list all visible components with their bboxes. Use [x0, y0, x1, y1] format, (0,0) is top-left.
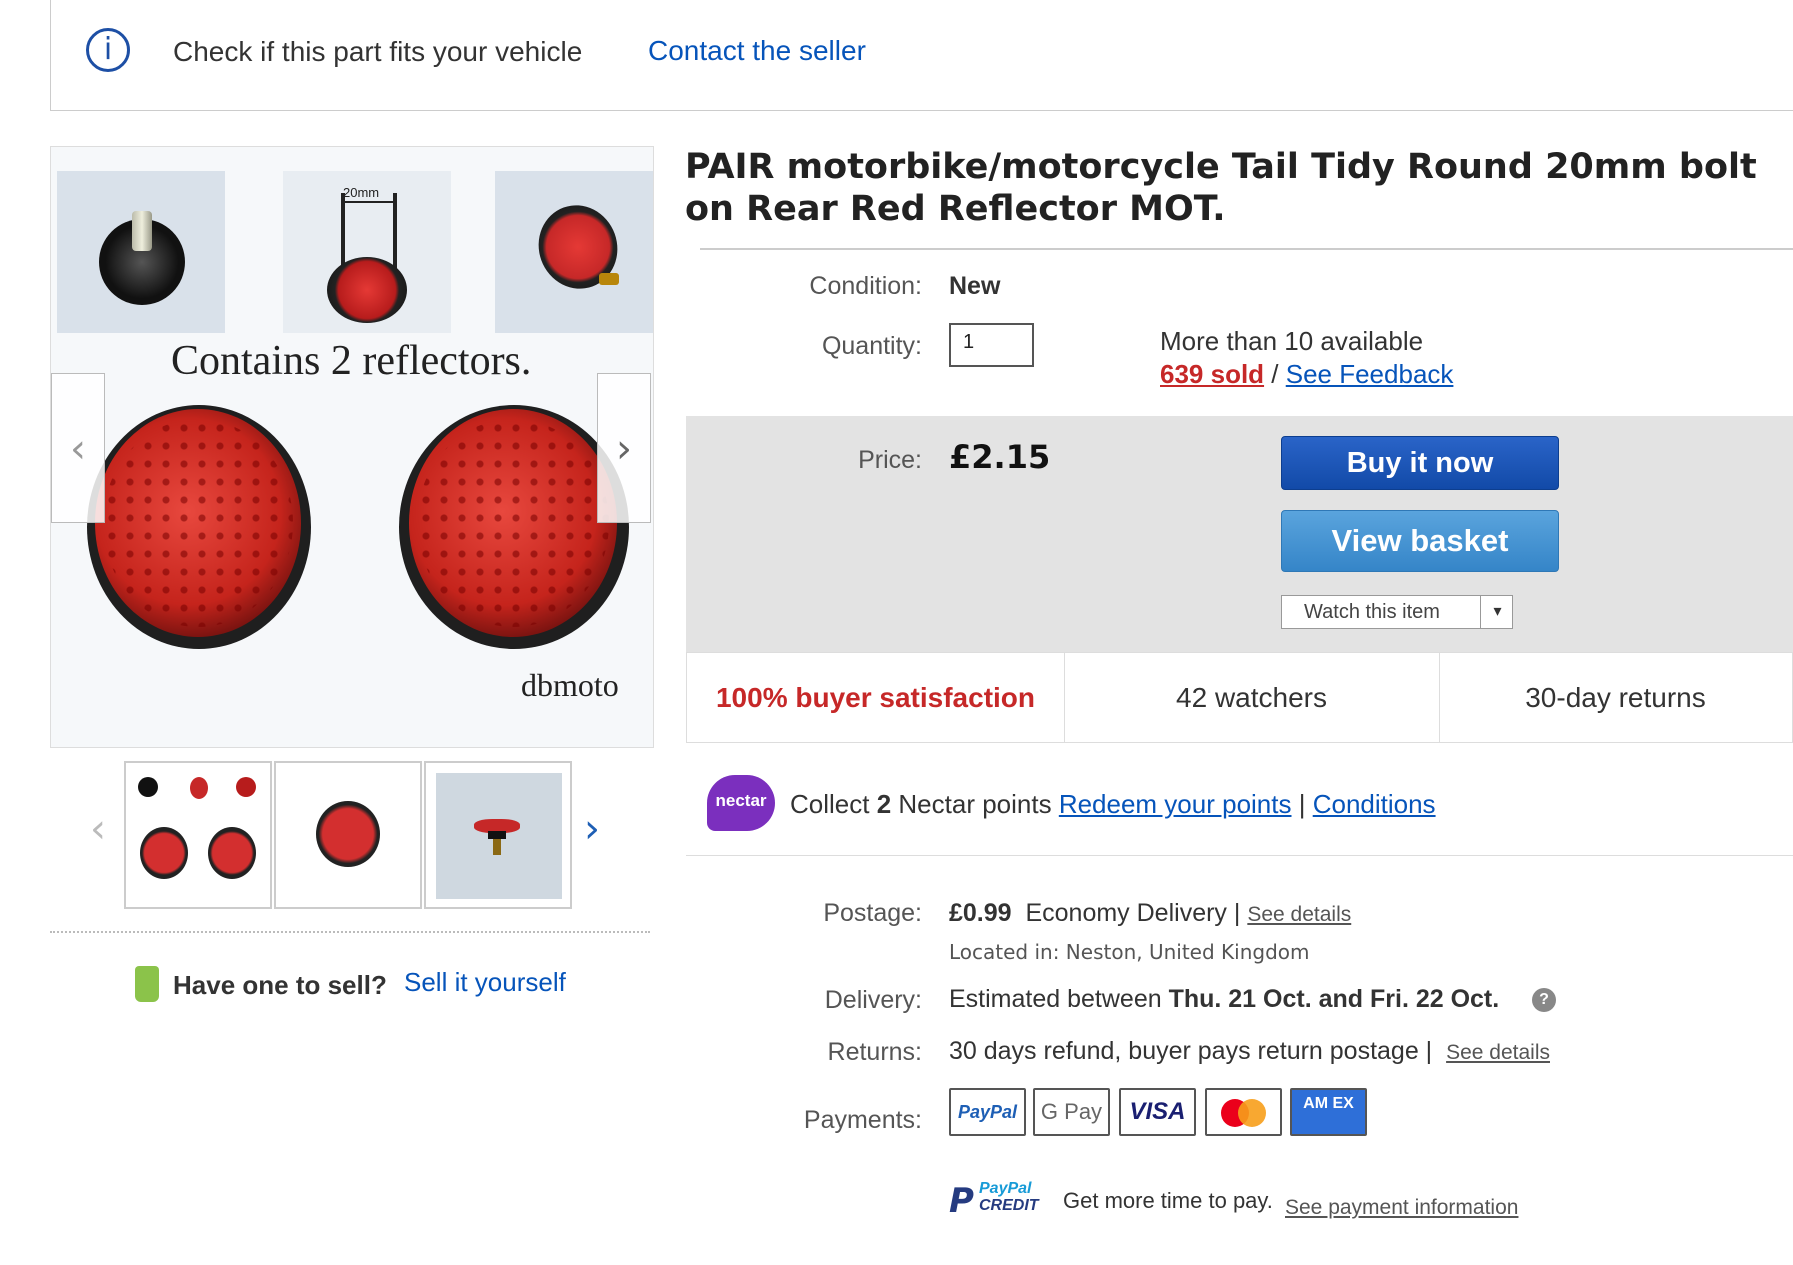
postage-price: £0.99	[949, 899, 1012, 927]
delivery-estimate: Estimated between Thu. 21 Oct. and Fri. …	[949, 985, 1499, 1014]
photo-tile-bolt	[57, 171, 225, 333]
paypal-credit-text: Get more time to pay.	[1063, 1188, 1273, 1213]
dimension-label: 20mm	[343, 185, 380, 200]
postage-service: Economy Delivery |	[1025, 899, 1241, 927]
listing-title: PAIR motorbike/motorcycle Tail Tidy Roun…	[685, 147, 1757, 229]
see-feedback-link[interactable]: See Feedback	[1286, 359, 1454, 389]
watch-item-button[interactable]: Watch this item	[1281, 595, 1513, 629]
nectar-separator: |	[1291, 789, 1313, 819]
photo-tile-dimension: 20mm	[283, 171, 451, 333]
postage-line: £0.99 Economy Delivery | See details	[949, 899, 1351, 928]
amex-logo: AM EX	[1290, 1088, 1367, 1136]
paypal-credit-icon: P	[949, 1181, 974, 1221]
chevron-left-icon: ‹	[90, 806, 106, 852]
nectar-logo: nectar	[707, 775, 775, 831]
sold-separator: /	[1264, 359, 1286, 389]
buy-it-now-button[interactable]: Buy it now	[1281, 436, 1559, 490]
returns-see-details-link[interactable]: See details	[1446, 1041, 1550, 1064]
returns-line: 30 days refund, buyer pays return postag…	[949, 1037, 1550, 1066]
sell-it-yourself-link[interactable]: Sell it yourself	[404, 967, 566, 998]
nectar-prefix: Collect	[790, 789, 877, 819]
price-tag-icon	[135, 966, 159, 1002]
returns-text: 30 days refund, buyer pays return postag…	[949, 1037, 1433, 1065]
delivery-dates: Thu. 21 Oct. and Fri. 22 Oct.	[1168, 985, 1500, 1013]
quantity-input[interactable]: 1	[949, 323, 1034, 367]
fitment-check-text[interactable]: Check if this part fits your vehicle	[173, 36, 582, 68]
gallery-next-button[interactable]: ›	[597, 373, 651, 523]
main-product-image[interactable]: 20mm Contains 2 reflectors. dbmoto ‹ ›	[50, 146, 654, 748]
returns-badge: 30-day returns	[1525, 682, 1706, 713]
paypal-credit-word-2: CREDIT	[979, 1197, 1039, 1214]
sold-count-link[interactable]: 639 sold	[1160, 359, 1264, 389]
item-location: Located in: Neston, United Kingdom	[949, 940, 1310, 964]
condition-value: New	[949, 272, 1001, 300]
postage-see-details-link[interactable]: See details	[1247, 903, 1351, 926]
see-payment-information-link[interactable]: See payment information	[1285, 1196, 1518, 1220]
thumbs-next-button[interactable]: ›	[584, 806, 600, 852]
gallery-prev-button[interactable]: ‹	[51, 373, 105, 523]
price-value: £2.15	[949, 438, 1051, 476]
divider	[686, 855, 1793, 856]
paypal-logo: PayPal	[949, 1088, 1026, 1136]
view-basket-button[interactable]: View basket	[1281, 510, 1559, 572]
chevron-right-icon: ›	[616, 426, 632, 472]
mastercard-logo	[1205, 1088, 1282, 1136]
contact-seller-link[interactable]: Contact the seller	[648, 35, 866, 67]
chevron-left-icon: ‹	[70, 426, 86, 472]
nectar-conditions-link[interactable]: Conditions	[1313, 789, 1436, 819]
payments-label: Payments:	[803, 1106, 922, 1134]
thumbs-prev-button[interactable]: ‹	[90, 806, 106, 852]
condition-label: Condition:	[809, 272, 922, 300]
info-icon: i	[86, 28, 130, 72]
returns-label: Returns:	[827, 1038, 922, 1066]
paypal-credit-word-1: PayPal	[979, 1180, 1032, 1197]
sell-question: Have one to sell?	[173, 970, 387, 1000]
nectar-line: Collect 2 Nectar points Redeem your poin…	[790, 789, 1436, 820]
delivery-prefix: Estimated between	[949, 985, 1169, 1013]
stats-bar: 100% buyer satisfaction 42 watchers 30-d…	[686, 652, 1793, 743]
nectar-suffix: Nectar points	[891, 789, 1059, 819]
divider	[50, 931, 650, 933]
price-label: Price:	[858, 446, 922, 474]
chevron-down-icon: ▾	[1493, 603, 1502, 620]
visa-logo: VISA	[1119, 1088, 1196, 1136]
help-icon[interactable]: ?	[1532, 988, 1556, 1012]
divider	[700, 248, 1793, 250]
thumbnail-1[interactable]	[124, 761, 272, 909]
photo-tile-side	[495, 171, 653, 333]
sold-line: 639 sold / See Feedback	[1160, 359, 1453, 390]
quantity-label: Quantity:	[821, 332, 922, 360]
nectar-points: 2	[876, 789, 892, 819]
reflector-right	[409, 409, 617, 637]
availability-text: More than 10 available	[1160, 326, 1424, 356]
image-brand: dbmoto	[521, 667, 619, 703]
thumbnail-3[interactable]	[424, 761, 572, 909]
postage-label: Postage:	[823, 899, 922, 927]
chevron-right-icon: ›	[584, 806, 600, 852]
watchers-count: 42 watchers	[1176, 682, 1327, 713]
thumbnail-2[interactable]	[274, 761, 422, 909]
reflector-left	[95, 409, 301, 637]
google-pay-logo: G Pay	[1033, 1088, 1110, 1136]
image-caption: Contains 2 reflectors.	[171, 338, 532, 384]
watch-dropdown-button[interactable]: ▾	[1480, 595, 1514, 629]
buyer-satisfaction: 100% buyer satisfaction	[715, 682, 1036, 713]
delivery-label: Delivery:	[824, 986, 922, 1014]
redeem-points-link[interactable]: Redeem your points	[1059, 789, 1292, 819]
